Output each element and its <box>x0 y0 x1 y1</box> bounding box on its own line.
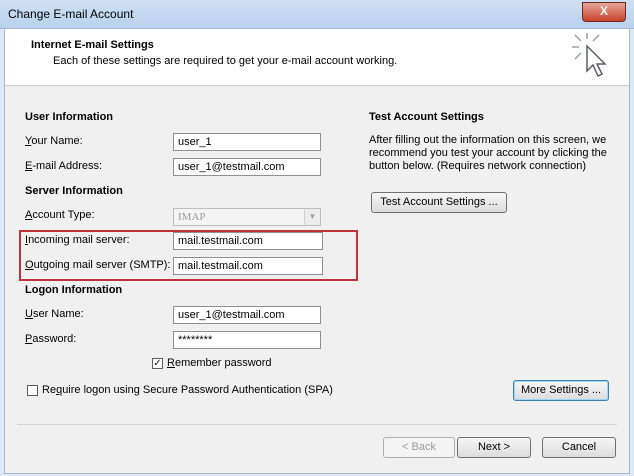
title-bar: Change E-mail Account X <box>0 0 634 29</box>
email-address-field[interactable] <box>173 158 321 176</box>
spa-checkbox[interactable] <box>27 385 38 396</box>
back-label: < Back <box>402 441 436 453</box>
user-name-field[interactable] <box>173 306 321 324</box>
back-button[interactable]: < Back <box>383 437 455 458</box>
footer-divider <box>17 424 617 425</box>
account-type-label: Account Type: <box>25 209 95 221</box>
outgoing-server-label: Outgoing mail server (SMTP): <box>25 259 171 271</box>
header-title: Internet E-mail Settings <box>31 39 154 51</box>
cancel-label: Cancel <box>561 441 597 453</box>
user-information-heading: User Information <box>25 111 114 123</box>
next-label: Next > <box>477 441 511 453</box>
server-information-heading: Server Information <box>25 185 123 197</box>
user-name-label: User Name: <box>25 308 84 320</box>
remember-password-checkbox[interactable]: ✓ <box>152 358 163 369</box>
window-title: Change E-mail Account <box>8 7 134 21</box>
your-name-field[interactable] <box>173 133 321 151</box>
header-subtitle: Each of these settings are required to g… <box>53 55 398 67</box>
test-account-description: After filling out the information on thi… <box>369 134 607 172</box>
account-type-value: IMAP <box>178 211 206 223</box>
chevron-down-icon: ▼ <box>304 209 320 225</box>
remember-password-label: Remember password <box>167 357 272 369</box>
click-cursor-icon <box>572 33 607 78</box>
test-account-settings-button[interactable]: Test Account Settings ... <box>371 192 507 213</box>
more-settings-button[interactable]: More Settings ... <box>513 380 609 401</box>
logon-information-heading: Logon Information <box>25 284 123 296</box>
dialog-header: Internet E-mail Settings Each of these s… <box>5 29 629 86</box>
close-button[interactable]: X <box>582 2 626 22</box>
incoming-server-label: Incoming mail server: <box>25 234 130 246</box>
password-field[interactable] <box>173 331 321 349</box>
incoming-server-field[interactable] <box>173 232 323 250</box>
spa-label: Require logon using Secure Password Auth… <box>42 384 333 396</box>
test-account-heading: Test Account Settings <box>369 111 484 123</box>
your-name-label: Your Name: <box>25 135 83 147</box>
outgoing-server-field[interactable] <box>173 257 323 275</box>
dialog: Internet E-mail Settings Each of these s… <box>4 28 630 474</box>
cancel-button[interactable]: Cancel <box>542 437 616 458</box>
test-account-settings-label: Test Account Settings ... <box>380 196 498 208</box>
email-address-label: E-mail Address: <box>25 160 103 172</box>
close-icon: X <box>599 4 608 18</box>
next-button[interactable]: Next > <box>457 437 531 458</box>
more-settings-label: More Settings ... <box>520 384 602 396</box>
account-type-select[interactable]: IMAP ▼ <box>173 208 321 226</box>
password-label: Password: <box>25 333 77 345</box>
